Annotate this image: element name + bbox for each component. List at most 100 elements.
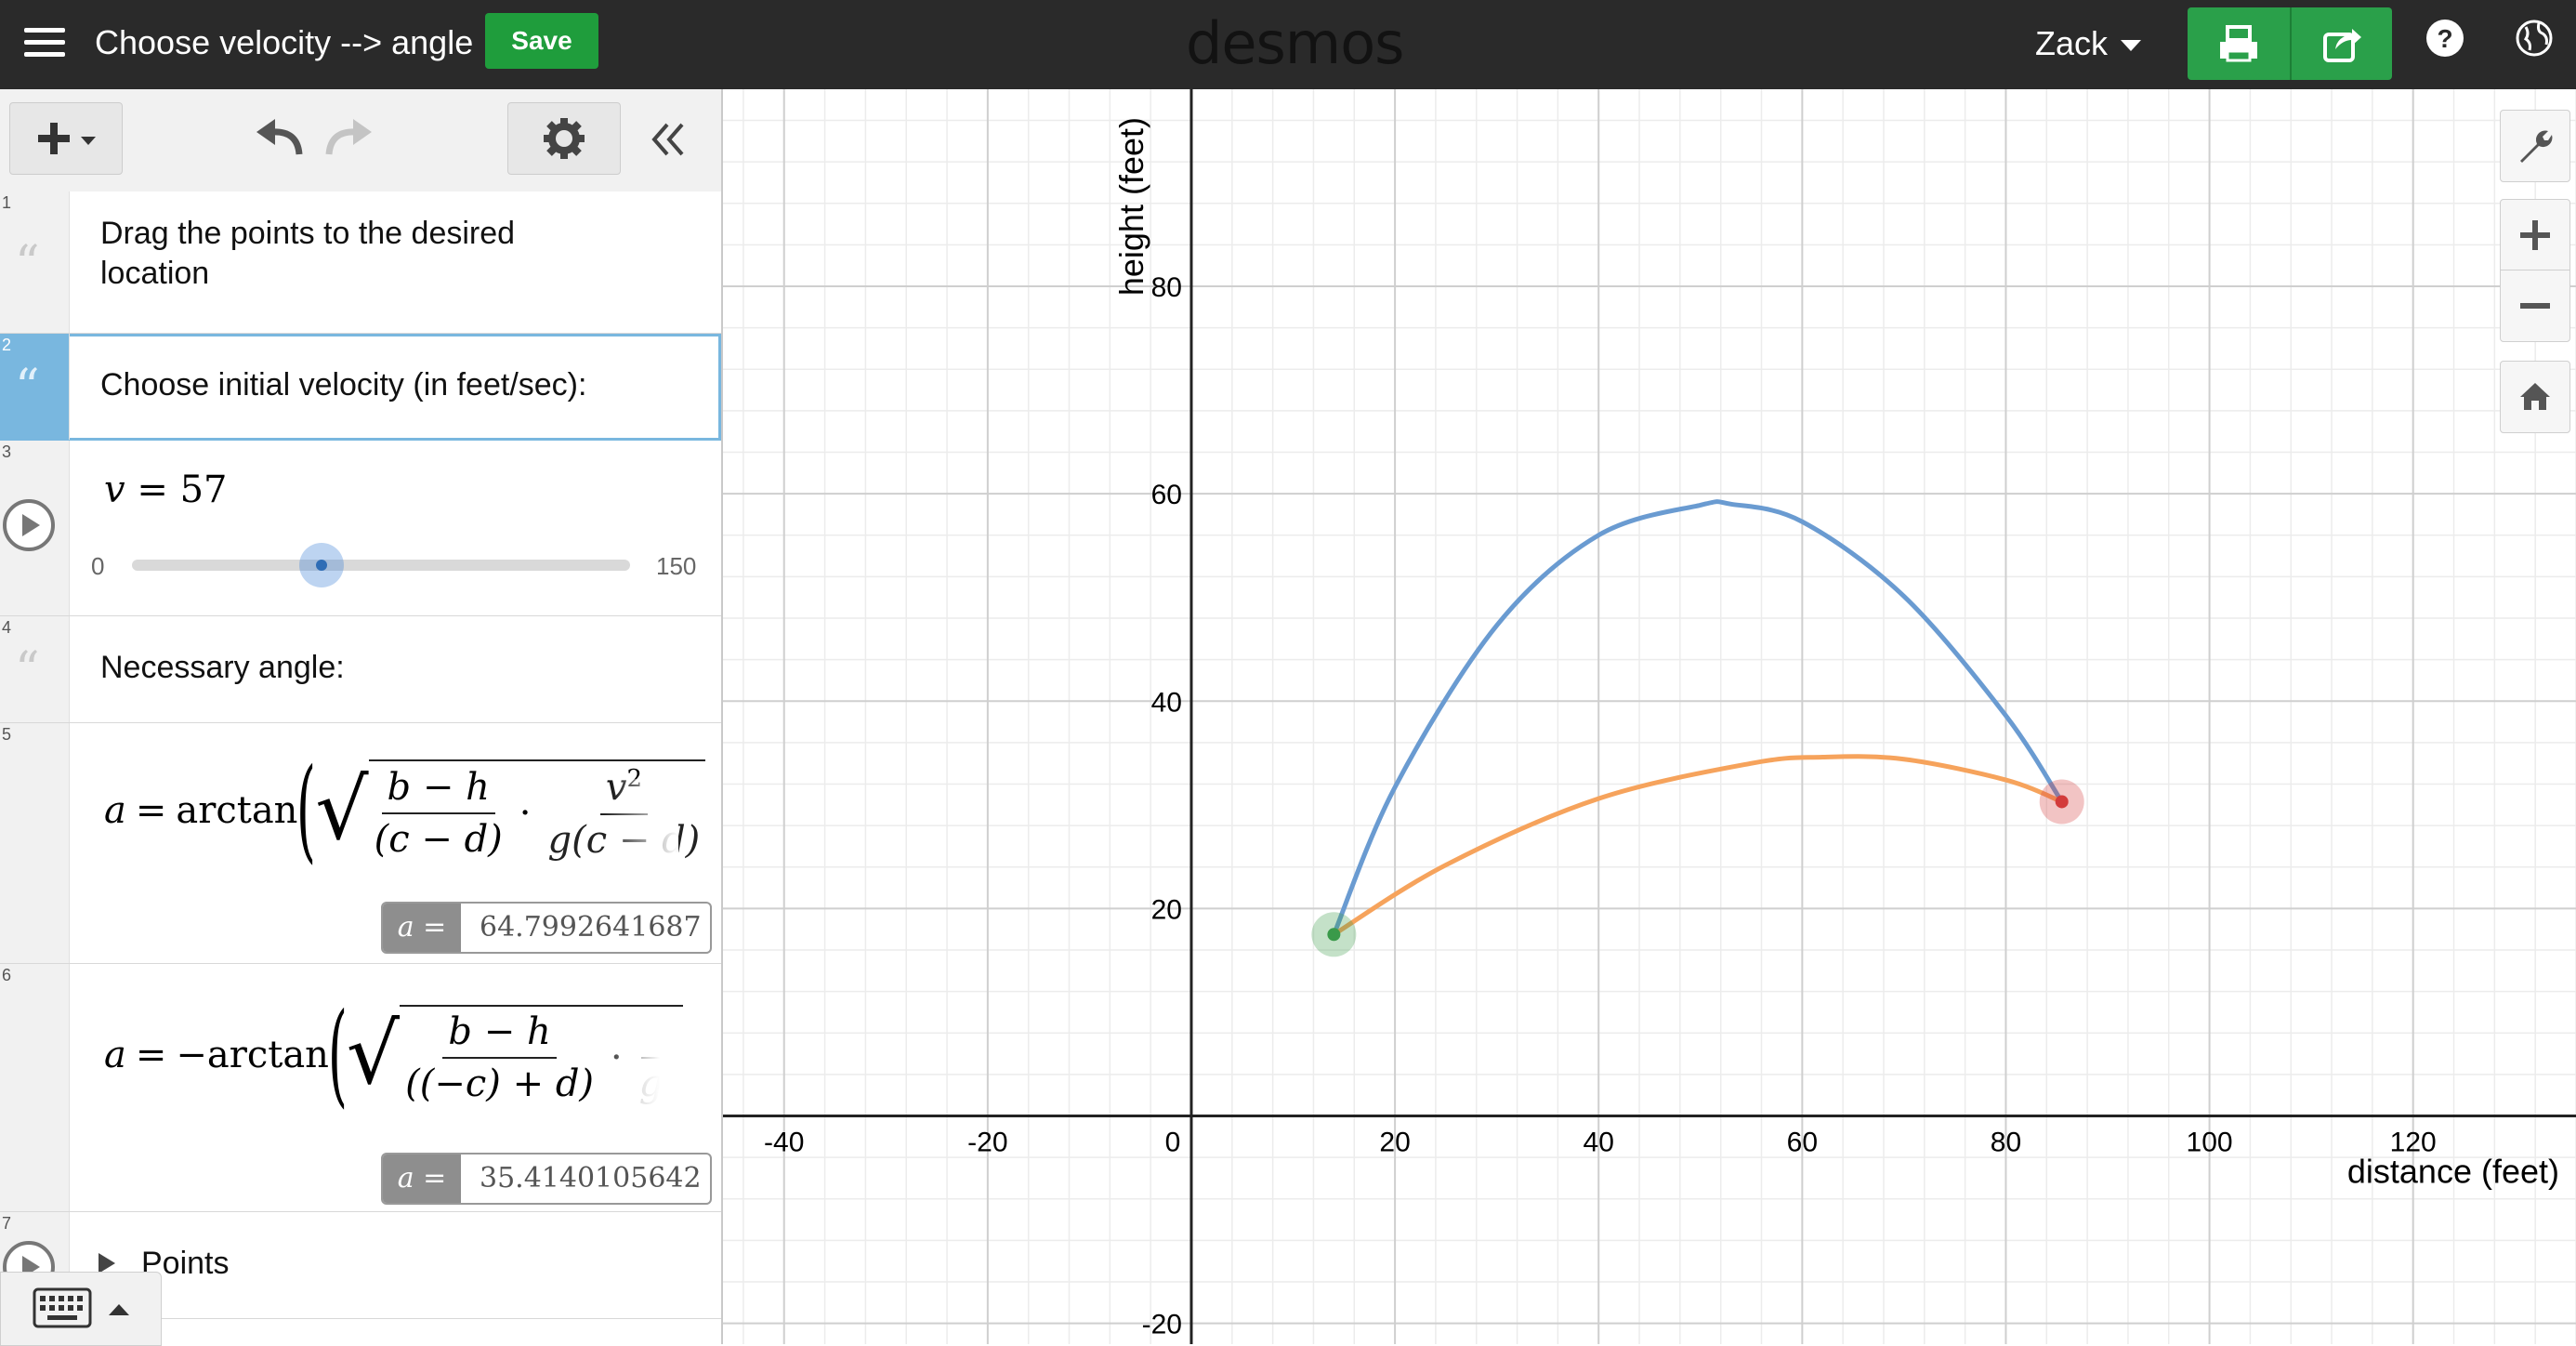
slider-min[interactable]: 0 (91, 552, 104, 581)
undo-icon[interactable] (253, 117, 307, 164)
sqrt-sign: √ (346, 1006, 401, 1103)
delete-expression-icon[interactable] (662, 1225, 706, 1270)
keyboard-icon (33, 1287, 92, 1328)
math-lhs: a (104, 789, 126, 832)
expression-gutter: 4 “ (0, 616, 70, 722)
zoom-out-icon (2520, 303, 2550, 309)
quote-icon: “ (15, 236, 40, 292)
math-function: arctan (176, 789, 298, 832)
point-dot[interactable] (2055, 795, 2069, 809)
slider-handle[interactable] (299, 543, 344, 587)
slider-max[interactable]: 150 (656, 552, 696, 581)
expression-index: 4 (2, 618, 12, 637)
tick-labels: -40 -20 0 20 40 60 80 100 120-2020406080 (764, 272, 2437, 1340)
slider-expression[interactable]: v = 57 (104, 468, 227, 511)
math-function: −arctan (176, 1034, 329, 1076)
x-tick-label: -40 (764, 1128, 804, 1158)
expression-item-2[interactable]: 2 “ Choose initial velocity (in feet/sec… (0, 334, 721, 441)
expression-item-5[interactable]: 5 a = arctan ( √ b − h (c − d) · v2 g(c … (0, 723, 721, 964)
overflow-fade (595, 1020, 688, 1141)
expression-index: 6 (2, 966, 12, 984)
graph-paper[interactable]: -40 -20 0 20 40 60 80 100 120-2020406080 distanc… (723, 89, 2576, 1344)
expression-panel: 1 “ Drag the points to the desired locat… (0, 89, 723, 1344)
default-viewport-button[interactable] (2500, 361, 2570, 433)
question-icon: ? (2426, 20, 2464, 57)
note-line: location (100, 256, 210, 291)
numerator: b − h (442, 1010, 557, 1059)
expression-index: 2 (2, 336, 12, 354)
share-icon (2323, 29, 2361, 62)
delete-expression-icon[interactable] (662, 347, 706, 391)
desmos-logo: desmos (1186, 9, 1404, 77)
point-dot[interactable] (1327, 928, 1341, 942)
settings-button[interactable] (507, 102, 621, 175)
play-icon[interactable] (2, 498, 56, 552)
denominator: ((−c) + d) (405, 1062, 595, 1105)
home-icon (2520, 383, 2550, 410)
slider-track[interactable] (132, 560, 630, 571)
language-button[interactable] (2515, 19, 2554, 58)
x-tick-label: -20 (967, 1128, 1007, 1158)
result-label: a = (383, 904, 461, 952)
delete-expression-icon[interactable] (662, 736, 706, 781)
plus-icon (38, 123, 96, 154)
help-button[interactable]: ? (2425, 19, 2464, 58)
delete-expression-icon[interactable] (662, 454, 706, 498)
expression-gutter: 6 (0, 964, 70, 1211)
draggable-points[interactable] (1311, 779, 2084, 957)
redo-icon[interactable] (322, 117, 375, 164)
x-tick-label: 40 (1584, 1128, 1614, 1158)
expression-item-3[interactable]: 3 v = 57 0 150 (0, 441, 721, 616)
x-axis-label: distance (feet) (2347, 1153, 2559, 1191)
user-menu[interactable]: Zack (2035, 24, 2142, 63)
open-paren: ( (327, 990, 348, 1119)
x-tick-label: 20 (1379, 1128, 1410, 1158)
delete-expression-icon[interactable] (662, 205, 706, 249)
result-value: 35.4140105642 (480, 1162, 702, 1194)
slider-value: 57 (179, 468, 228, 511)
delete-expression-icon[interactable] (662, 977, 706, 1022)
expression-item-4[interactable]: 4 “ Necessary angle: (0, 616, 721, 723)
note-text[interactable]: Choose initial velocity (in feet/sec): (100, 365, 586, 405)
denominator: (c − d) (374, 817, 503, 861)
target-point[interactable] (2039, 779, 2084, 825)
gear-icon (544, 118, 585, 159)
fraction: b − h (c − d) (369, 766, 508, 861)
math-lhs: a (104, 1034, 126, 1076)
print-share-group (2188, 7, 2392, 80)
x-tick-label: 100 (2187, 1128, 2233, 1158)
menu-icon[interactable] (24, 22, 65, 63)
expression-index: 7 (2, 1214, 12, 1233)
expression-index: 3 (2, 442, 12, 461)
graph-settings-button[interactable] (2500, 110, 2570, 182)
expression-gutter: 3 (0, 441, 70, 615)
share-button[interactable] (2292, 7, 2394, 80)
overflow-fade (604, 779, 678, 891)
user-name: Zack (2035, 24, 2109, 62)
note-text[interactable]: Drag the points to the desired location (100, 214, 515, 294)
keyboard-toggle-button[interactable] (0, 1272, 162, 1346)
trajectory-curve-high (1331, 499, 2065, 937)
delete-expression-icon[interactable] (662, 629, 706, 674)
wrench-icon (2520, 130, 2553, 163)
caret-up-icon (109, 1304, 129, 1315)
graph-title[interactable]: Choose velocity --> angle (95, 22, 473, 63)
sqrt-sign: √ (315, 761, 369, 859)
zoom-in-button[interactable] (2500, 199, 2570, 271)
print-button[interactable] (2188, 7, 2290, 80)
equals-sign: = (137, 468, 168, 511)
add-item-button[interactable] (9, 102, 123, 175)
x-tick-label: 80 (1991, 1128, 2021, 1158)
expression-index: 5 (2, 725, 12, 744)
math-op: = (135, 789, 167, 832)
curves (1331, 499, 2065, 937)
note-text[interactable]: Necessary angle: (100, 648, 345, 688)
y-tick-label: 80 (1151, 272, 1182, 303)
expression-gutter: 1 “ (0, 191, 70, 333)
result-value: 64.7992641687 (480, 911, 702, 944)
launch-point[interactable] (1311, 912, 1357, 957)
expression-item-1[interactable]: 1 “ Drag the points to the desired locat… (0, 191, 721, 334)
save-button[interactable]: Save (485, 13, 598, 69)
double-chevron-left-icon[interactable] (651, 121, 688, 158)
zoom-out-button[interactable] (2500, 270, 2570, 342)
